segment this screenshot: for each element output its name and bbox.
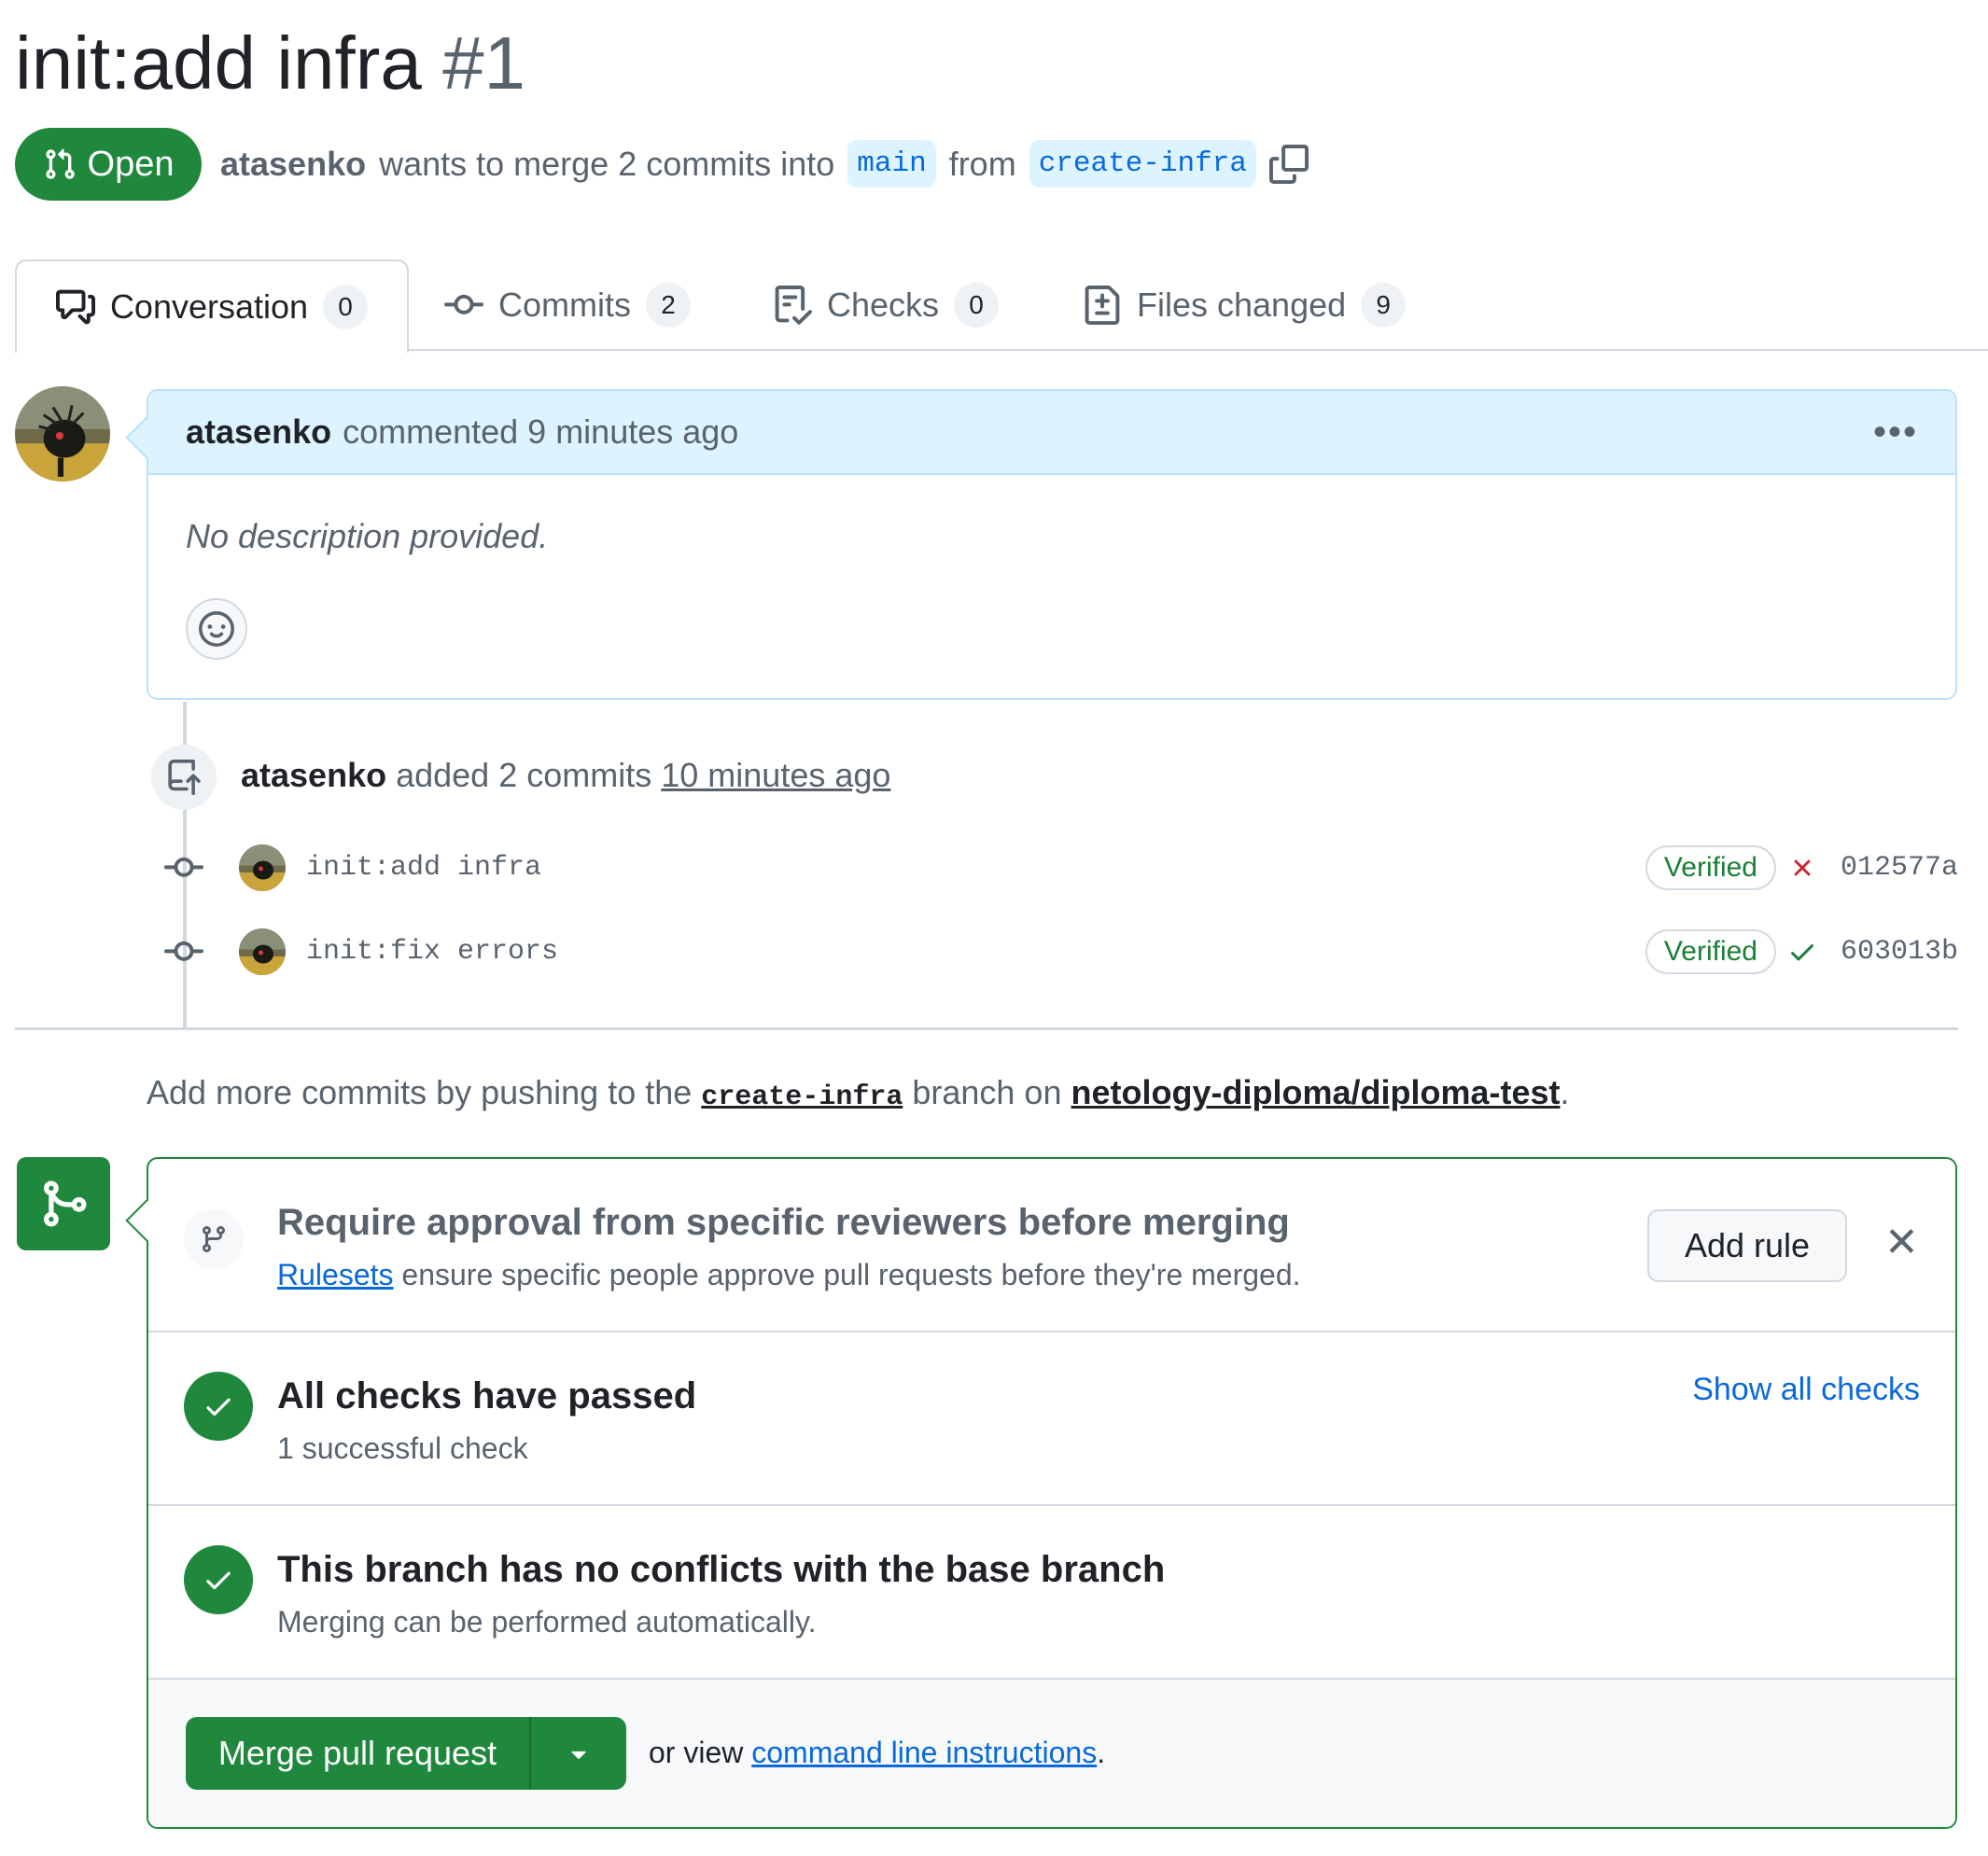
- pr-meta: atasenko wants to merge 2 commits into m…: [220, 140, 1309, 188]
- show-all-checks-link[interactable]: Show all checks: [1692, 1372, 1920, 1408]
- checks-section: All checks have passed 1 successful chec…: [148, 1333, 1955, 1506]
- comment-discussion-icon: [55, 289, 95, 325]
- base-branch-label[interactable]: main: [847, 140, 936, 188]
- tab-commits[interactable]: Commits 2: [444, 259, 691, 351]
- merge-status-badge: [17, 1157, 110, 1250]
- rule-title: Require approval from specific reviewers…: [277, 1202, 1290, 1243]
- tab-checks[interactable]: Checks 0: [773, 259, 1000, 351]
- pr-state-label: Open: [87, 144, 175, 184]
- comment-body: No description provided.: [186, 517, 549, 555]
- commit-sha-link[interactable]: 012577a: [1841, 852, 1958, 884]
- commit-message-link[interactable]: init:fix errors: [306, 936, 558, 968]
- avatar[interactable]: [15, 386, 110, 481]
- add-reaction-button[interactable]: [186, 598, 247, 660]
- head-branch-label[interactable]: create-infra: [1029, 140, 1256, 188]
- tab-checks-label: Checks: [827, 286, 940, 324]
- cli-suffix: .: [1097, 1736, 1106, 1769]
- commit-message-link[interactable]: init:add infra: [306, 852, 541, 884]
- pr-title-text: init:add infra: [15, 21, 422, 105]
- commit-row: init:add infra Verified 012577a: [159, 840, 1958, 896]
- rulesets-link[interactable]: Rulesets: [277, 1258, 394, 1291]
- kebab-menu-icon[interactable]: •••: [1873, 412, 1918, 454]
- comment-header: atasenko commented 9 minutes ago: [148, 391, 1955, 475]
- triangle-down-icon: [571, 1751, 586, 1760]
- close-icon[interactable]: ✕: [1884, 1219, 1919, 1266]
- rule-description: ensure specific people approve pull requ…: [401, 1258, 1301, 1291]
- tab-files-changed[interactable]: Files changed 9: [1083, 259, 1407, 351]
- push-hint-prefix: Add more commits by pushing to the: [147, 1073, 693, 1111]
- comment-action: commented 9 minutes ago: [343, 412, 739, 451]
- commit-row: init:fix errors Verified 603013b: [159, 924, 1958, 980]
- git-commit-icon: [164, 857, 203, 877]
- tab-conversation[interactable]: Conversation 0: [15, 259, 409, 353]
- conflicts-title: This branch has no conflicts with the ba…: [277, 1549, 1166, 1590]
- ruleset-suggestion: Require approval from specific reviewers…: [148, 1159, 1955, 1333]
- push-author[interactable]: atasenko: [241, 756, 386, 794]
- conflicts-section: This branch has no conflicts with the ba…: [148, 1506, 1955, 1680]
- cli-hint: or view command line instructions.: [649, 1736, 1105, 1770]
- merge-method-dropdown[interactable]: [531, 1717, 626, 1790]
- check-icon[interactable]: [1786, 936, 1818, 968]
- timeline-divider: [15, 1027, 1958, 1030]
- git-branch-icon: [202, 1226, 225, 1253]
- commit-avatar[interactable]: [239, 844, 286, 891]
- pr-number: #1: [442, 21, 526, 105]
- no-conflicts-badge: [184, 1545, 253, 1614]
- merge-footer: Merge pull request or view command line …: [148, 1680, 1955, 1827]
- push-time-link[interactable]: 10 minutes ago: [661, 756, 890, 794]
- push-action: added 2 commits: [396, 756, 652, 794]
- git-merge-icon: [44, 1180, 87, 1227]
- pr-state-badge: Open: [15, 128, 202, 201]
- pull-request-icon: [45, 148, 75, 179]
- merge-box: Require approval from specific reviewers…: [125, 1157, 1957, 1829]
- pr-title: init:add infra #1: [15, 17, 525, 110]
- add-rule-button[interactable]: Add rule: [1647, 1209, 1847, 1282]
- checks-passed-badge: [184, 1372, 253, 1441]
- repo-link[interactable]: netology-diploma/diploma-test: [1071, 1073, 1561, 1111]
- push-event-badge: [151, 745, 217, 810]
- rule-badge: [184, 1209, 244, 1269]
- git-commit-icon: [164, 941, 203, 961]
- pr-author-link[interactable]: atasenko: [220, 145, 366, 184]
- repo-push-icon: [168, 760, 201, 795]
- tab-commits-label: Commits: [498, 286, 631, 324]
- comment-author[interactable]: atasenko: [186, 412, 331, 452]
- verified-badge[interactable]: Verified: [1645, 929, 1776, 974]
- checks-title: All checks have passed: [277, 1375, 697, 1416]
- smiley-icon: [199, 611, 234, 647]
- tab-files-changed-count: 9: [1361, 283, 1407, 328]
- check-icon: [206, 1398, 231, 1416]
- checklist-icon: [775, 286, 812, 325]
- conflicts-subtitle: Merging can be performed automatically.: [277, 1605, 817, 1639]
- command-line-instructions-link[interactable]: command line instructions: [751, 1736, 1097, 1769]
- push-event-text: atasenko added 2 commits 10 minutes ago: [241, 756, 890, 795]
- x-icon[interactable]: [1786, 852, 1818, 884]
- checks-subtitle: 1 successful check: [277, 1431, 528, 1465]
- comment-box: atasenko commented 9 minutes ago ••• No …: [125, 389, 1957, 700]
- verified-badge[interactable]: Verified: [1645, 845, 1776, 890]
- git-commit-icon: [444, 294, 483, 314]
- tab-checks-count: 0: [954, 283, 1000, 328]
- merge-button-group: Merge pull request: [186, 1717, 626, 1790]
- tab-conversation-count: 0: [323, 285, 369, 329]
- push-hint: Add more commits by pushing to the creat…: [147, 1073, 1570, 1113]
- tab-files-changed-label: Files changed: [1137, 286, 1347, 324]
- or-view-text: or view: [649, 1736, 744, 1769]
- copy-icon[interactable]: [1268, 144, 1309, 184]
- commit-avatar[interactable]: [239, 928, 286, 975]
- merge-pull-request-button[interactable]: Merge pull request: [186, 1717, 529, 1790]
- pr-from-text: from: [948, 144, 1016, 183]
- push-hint-suffix: .: [1560, 1073, 1570, 1111]
- pr-meta-text: wants to merge 2 commits into: [379, 144, 835, 183]
- push-hint-branch-link[interactable]: create-infra: [701, 1082, 903, 1113]
- commit-sha-link[interactable]: 603013b: [1841, 936, 1958, 968]
- check-icon: [206, 1571, 231, 1590]
- rule-text: Rulesets ensure specific people approve …: [277, 1258, 1301, 1292]
- tab-commits-count: 2: [646, 283, 691, 328]
- push-hint-middle: branch on: [912, 1073, 1062, 1111]
- file-diff-icon: [1085, 286, 1120, 325]
- tab-conversation-label: Conversation: [109, 287, 309, 326]
